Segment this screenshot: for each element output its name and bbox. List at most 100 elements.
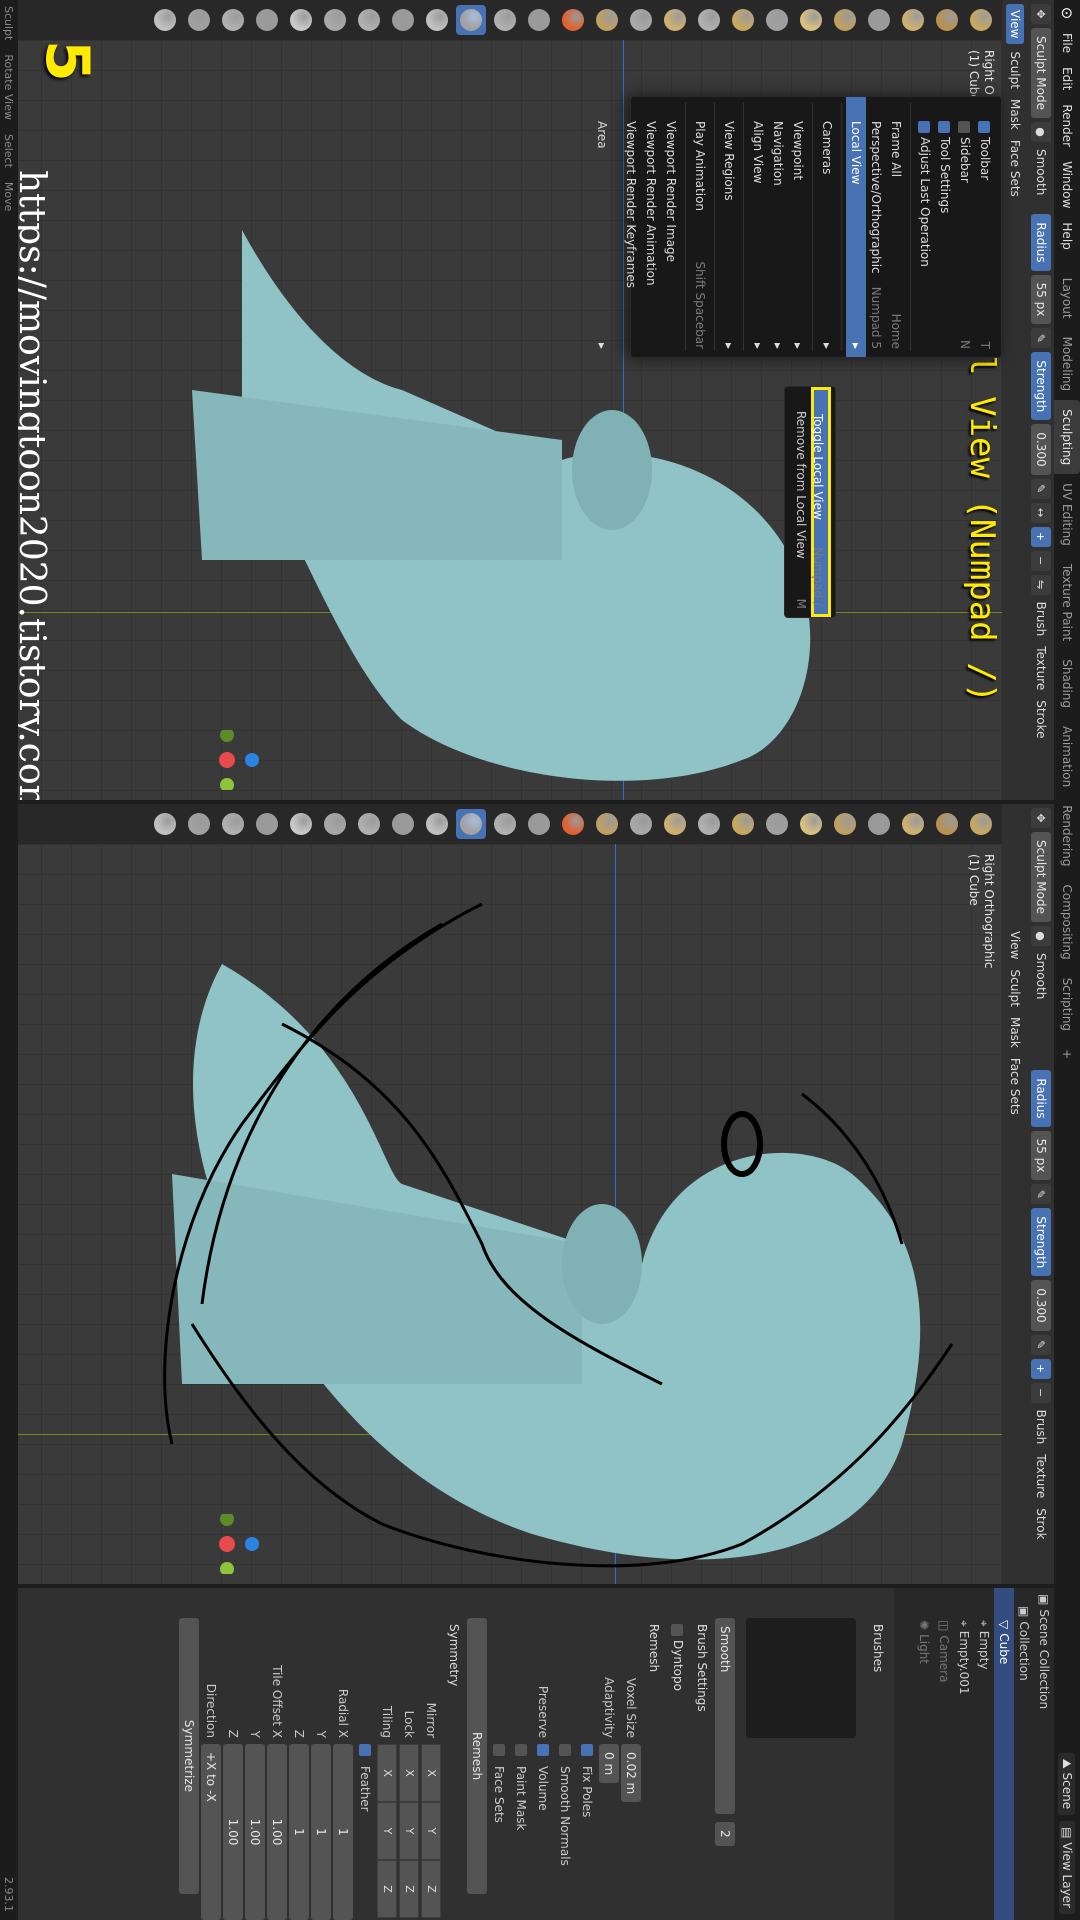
sculpt-tool-icon[interactable] <box>626 809 656 839</box>
stroke-mode-icon[interactable]: ↔ <box>1031 502 1051 523</box>
sculpt-tool-icon[interactable] <box>660 809 690 839</box>
outliner-root[interactable]: ▣ Scene Collection <box>1034 1588 1054 1920</box>
pressure-icon[interactable]: ✎ <box>1031 1184 1051 1205</box>
tab-layout[interactable]: Layout <box>1054 269 1080 328</box>
sculpt-tool-icon[interactable] <box>864 5 894 35</box>
menu-item-render-keyframes[interactable]: Viewport Render Keyframes <box>621 97 641 357</box>
outliner-item-light[interactable]: ✺ Light <box>914 1588 934 1920</box>
sculpt-tool-icon[interactable] <box>422 809 452 839</box>
strength-value[interactable]: 0.300 <box>1031 424 1051 475</box>
sculpt-tool-icon[interactable] <box>932 809 962 839</box>
sculpt-tool-icon[interactable] <box>728 5 758 35</box>
sculpt-tool-icon[interactable] <box>592 809 622 839</box>
menu-item-cameras[interactable]: Cameras ▸ <box>817 97 837 357</box>
menu-view-open[interactable]: View <box>1006 4 1024 45</box>
brush-name[interactable]: Smooth <box>1034 950 1048 1002</box>
editor-type-button[interactable]: ✥ <box>1031 808 1051 828</box>
radial-z-field[interactable]: 1 <box>289 1744 309 1920</box>
stroke-menu[interactable]: Stroke <box>1034 697 1048 741</box>
stroke-menu[interactable]: Strok <box>1034 1505 1048 1542</box>
symmetry-section[interactable]: Symmetry <box>442 1618 466 1920</box>
menu-view[interactable]: View <box>1008 928 1022 962</box>
mode-dropdown[interactable]: Sculpt Mode <box>1031 28 1051 118</box>
sculpt-tool-icon[interactable] <box>626 5 656 35</box>
sculpt-tool-icon[interactable] <box>966 5 996 35</box>
brush-menu[interactable]: Brush <box>1034 1407 1048 1448</box>
sculpt-tool-icon[interactable] <box>422 5 452 35</box>
menu-window[interactable]: Window <box>1060 154 1074 215</box>
brush-name-field[interactable]: Smooth <box>715 1618 735 1814</box>
sculpt-tool-icon[interactable] <box>354 809 384 839</box>
brushes-section[interactable]: Brushes <box>866 1618 890 1920</box>
sculpt-tool-icon[interactable] <box>762 5 792 35</box>
sculpt-tool-icon[interactable] <box>252 5 282 35</box>
sculpt-tool-icon[interactable] <box>830 5 860 35</box>
tiling-axes[interactable]: XYZ <box>377 1744 397 1918</box>
subtract-icon[interactable]: − <box>1031 550 1051 571</box>
sculpt-tool-icon[interactable] <box>286 809 316 839</box>
menu-item-frame-all[interactable]: Frame All Home <box>886 97 906 357</box>
sculpt-tool-icon[interactable] <box>388 809 418 839</box>
menu-item-local-view[interactable]: Local View ▸ <box>846 97 866 357</box>
menu-item-remove-from-local-view[interactable]: Remove from Local View M <box>791 387 811 617</box>
sculpt-tool-icon[interactable] <box>490 809 520 839</box>
sculpt-tool-icon[interactable] <box>898 809 928 839</box>
menu-render[interactable]: Render <box>1060 97 1074 154</box>
sculpt-tool-icon[interactable] <box>694 5 724 35</box>
sculpt-tool-icon[interactable] <box>150 5 180 35</box>
menu-sculpt[interactable]: Sculpt <box>1008 48 1022 91</box>
sculpt-tool-icon[interactable] <box>150 809 180 839</box>
menu-item-toggle-local-view[interactable]: Toggle Local View Numpad / <box>811 387 831 617</box>
tab-modeling[interactable]: Modeling <box>1054 328 1080 401</box>
add-icon[interactable]: + <box>1031 526 1051 547</box>
menu-item-view-regions[interactable]: View Regions ▸ <box>719 97 739 357</box>
sculpt-tool-icon[interactable] <box>218 5 248 35</box>
radius-value[interactable]: 55 px <box>1031 274 1051 325</box>
sculpt-tool-icon[interactable] <box>524 809 554 839</box>
sculpt-tool-icon[interactable] <box>320 5 350 35</box>
sculpt-tool-icon[interactable] <box>694 809 724 839</box>
strength-pressure-icon[interactable]: ✎ <box>1031 478 1051 499</box>
radius-field[interactable]: Radius <box>1031 214 1051 271</box>
tile-offset-x-field[interactable]: 1.00 <box>267 1744 287 1920</box>
texture-menu[interactable]: Texture <box>1034 643 1048 693</box>
smooth-normals-row[interactable]: Smooth Normals <box>554 1618 576 1920</box>
strength-field[interactable]: Strength <box>1031 352 1051 421</box>
editor-type-button[interactable]: ✥ <box>1031 4 1051 24</box>
menu-item-navigation[interactable]: Navigation ▸ <box>768 97 788 357</box>
brush-menu[interactable]: Brush <box>1034 599 1048 640</box>
menu-face-sets[interactable]: Face Sets <box>1008 137 1022 200</box>
sculpt-tool-icon[interactable] <box>456 809 486 839</box>
tab-scripting[interactable]: Scripting <box>1054 969 1080 1040</box>
brush-preview-icon[interactable]: ● <box>1031 122 1051 142</box>
subtract-icon[interactable]: − <box>1031 1382 1051 1403</box>
sculpt-tool-icon[interactable] <box>932 5 962 35</box>
remesh-section[interactable]: Remesh <box>642 1618 666 1920</box>
sculpt-tool-icon[interactable] <box>728 809 758 839</box>
outliner-item-cube[interactable]: ▽ Cube <box>994 1588 1014 1920</box>
blender-logo-icon[interactable]: ⊙ <box>1054 0 1080 26</box>
sculpt-tool-icon[interactable] <box>558 5 588 35</box>
menu-mask[interactable]: Mask <box>1008 96 1022 133</box>
dyntopo-section[interactable]: Dyntopo <box>666 1618 690 1920</box>
sculpt-tool-icon[interactable] <box>524 5 554 35</box>
navigation-gizmo[interactable] <box>192 1514 262 1574</box>
fix-poles-row[interactable]: Fix Poles <box>576 1618 598 1920</box>
sculpt-tool-icon[interactable] <box>490 5 520 35</box>
add-icon[interactable]: + <box>1031 1358 1051 1379</box>
brush-name[interactable]: Smooth <box>1034 146 1048 198</box>
menu-item-tool-settings[interactable]: Tool Settings <box>935 97 955 357</box>
adaptivity-field[interactable]: 0 m <box>599 1744 619 1784</box>
outliner-item-camera[interactable]: ◫ Camera <box>934 1588 954 1920</box>
tab-shading[interactable]: Shading <box>1054 650 1080 717</box>
tab-sculpting[interactable]: Sculpting <box>1054 400 1080 475</box>
lock-axes[interactable]: XYZ <box>399 1744 419 1918</box>
menu-sculpt[interactable]: Sculpt <box>1008 966 1022 1009</box>
tab-animation[interactable]: Animation <box>1054 717 1080 796</box>
tab-rendering[interactable]: Rendering <box>1054 796 1080 875</box>
mode-dropdown[interactable]: Sculpt Mode <box>1031 832 1051 922</box>
menu-item-viewpoint[interactable]: Viewpoint ▸ <box>788 97 808 357</box>
preserve-volume-row[interactable]: Preserve Volume <box>532 1618 554 1920</box>
texture-menu[interactable]: Texture <box>1034 1451 1048 1501</box>
feather-row[interactable]: Feather <box>354 1618 376 1920</box>
